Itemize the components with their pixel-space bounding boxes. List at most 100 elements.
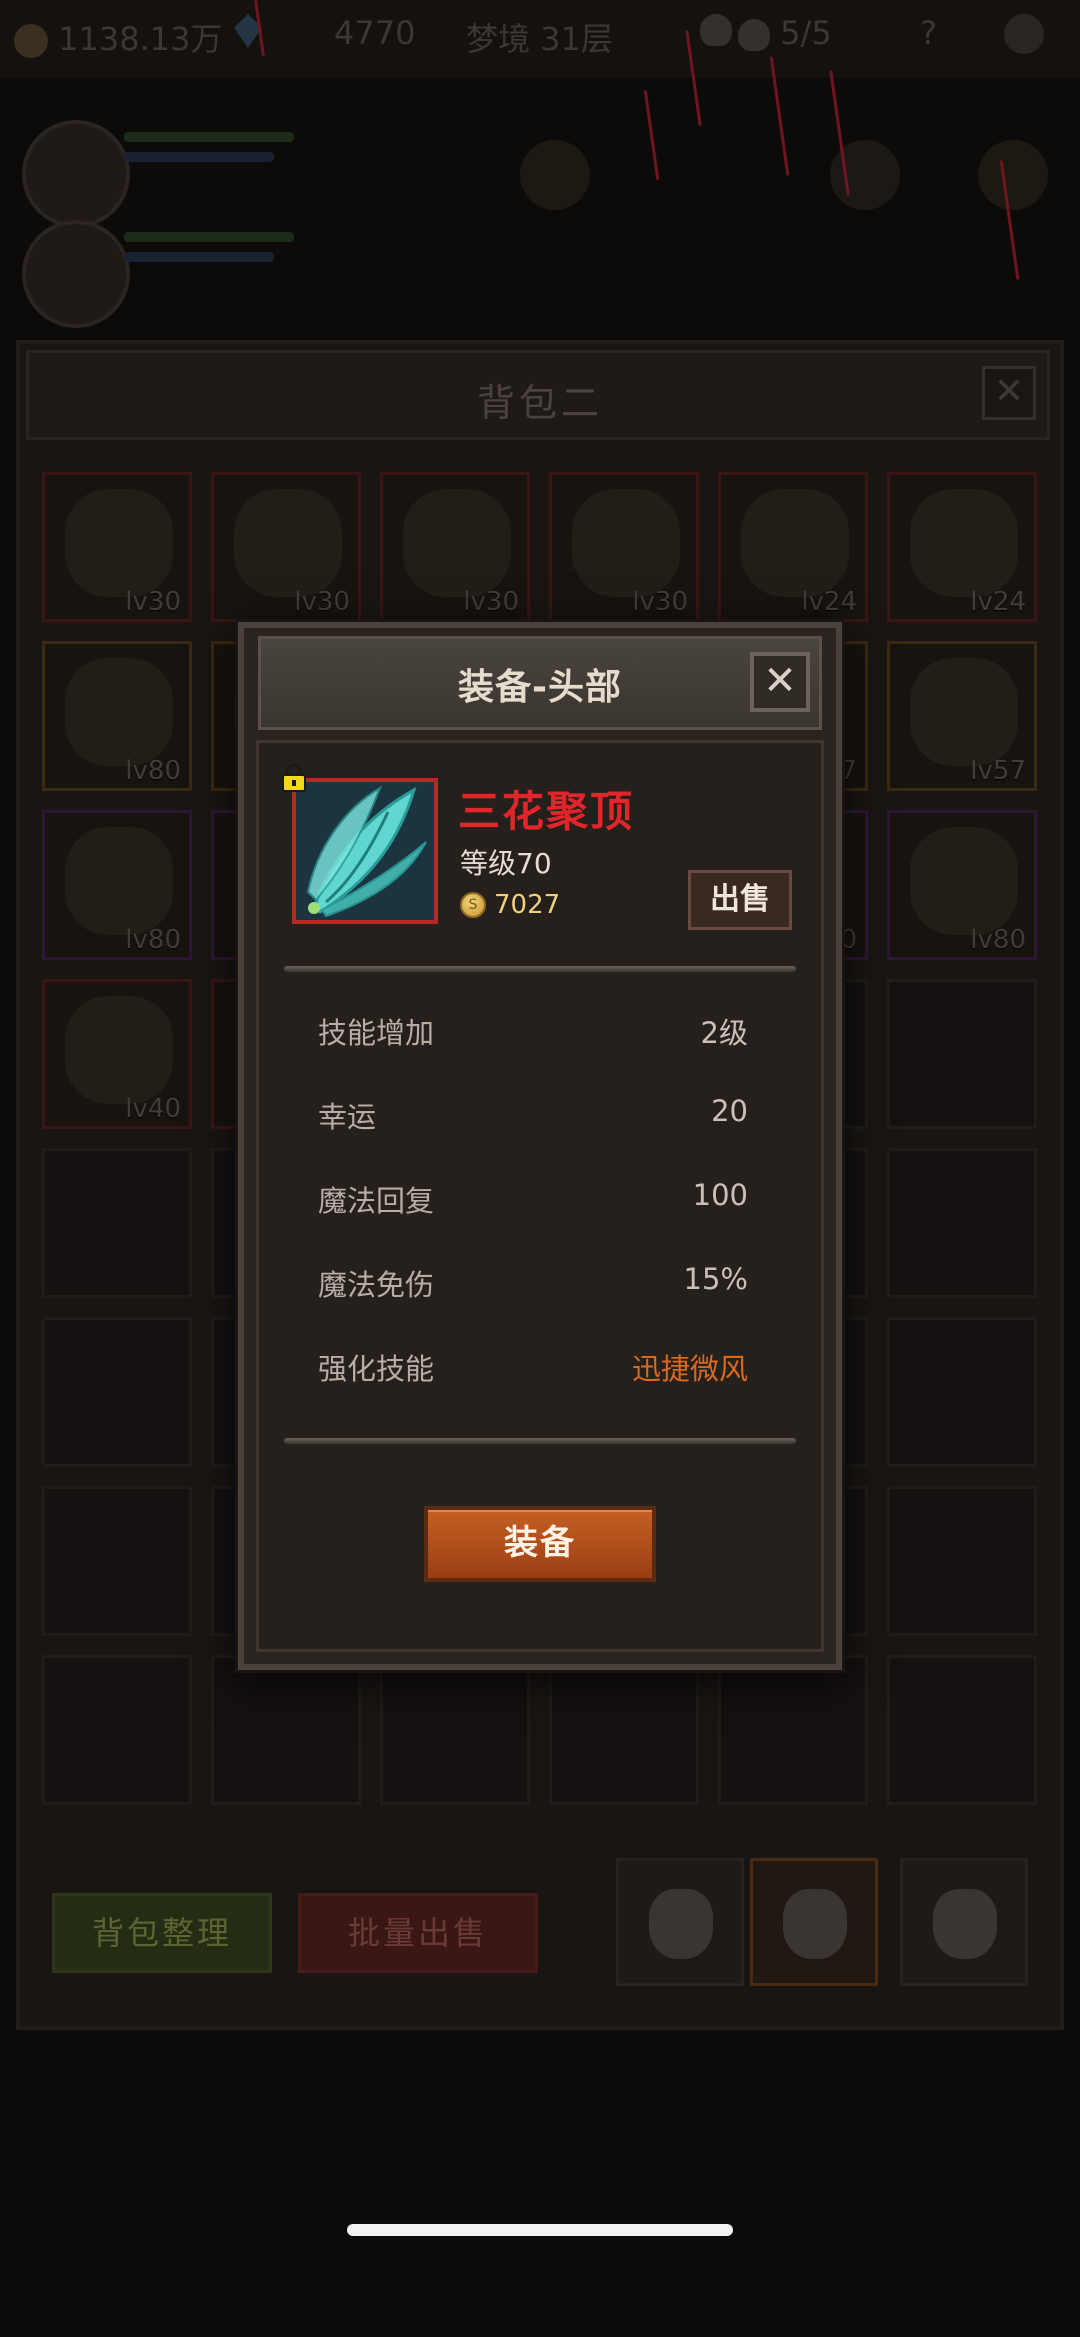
slot-level-label: lv80: [125, 925, 181, 955]
gold-display: 1138.13万: [14, 14, 223, 60]
bag-title: 背包二: [476, 381, 603, 425]
stat-row: 魔法免伤 15%: [318, 1262, 748, 1312]
inventory-slot-empty[interactable]: [718, 1655, 868, 1805]
stat-value: 20: [711, 1094, 748, 1128]
slot-level-label: lv80: [125, 756, 181, 786]
lock-status-icon-wrap: [700, 14, 732, 54]
armor-icon: [910, 658, 1018, 766]
bulk-sell-button[interactable]: 批量出售: [298, 1893, 538, 1973]
inventory-slot-empty[interactable]: [887, 1317, 1037, 1467]
feather-wing-icon: [296, 782, 434, 920]
inventory-slot-empty[interactable]: [380, 1655, 530, 1805]
hero-hp-bar: [124, 132, 294, 142]
pumpkin-icon: [520, 140, 590, 210]
gold-coin-icon: [14, 24, 48, 58]
slot-level-label: lv24: [970, 587, 1026, 617]
ring-icon: [65, 489, 173, 597]
inventory-slot[interactable]: lv40: [42, 979, 192, 1129]
inventory-slot[interactable]: lv80: [42, 641, 192, 791]
skull-display: 5/5: [738, 14, 832, 52]
equip-button[interactable]: 装备: [424, 1506, 656, 1582]
hood-icon: [403, 489, 511, 597]
hero-avatar[interactable]: [22, 120, 130, 228]
dream-level: 梦境 31层: [466, 20, 613, 58]
inventory-slot[interactable]: lv30: [211, 472, 361, 622]
item-level: 等级70: [460, 847, 552, 880]
item-name: 三花聚顶: [458, 787, 635, 836]
inventory-slot[interactable]: lv80: [887, 810, 1037, 960]
stat-label: 魔法回复: [318, 1184, 435, 1218]
coin-icon: S: [460, 892, 486, 918]
modal-close-button[interactable]: ✕: [750, 652, 810, 712]
hero-hud: [0, 100, 1080, 330]
sort-bag-button[interactable]: 背包整理: [52, 1893, 272, 1973]
bag-tab-1[interactable]: [616, 1858, 744, 1986]
hood-icon: [572, 489, 680, 597]
skull-icon: [738, 19, 770, 51]
divider-bottom: [284, 1438, 796, 1444]
amulet-icon: [65, 827, 173, 935]
bag-tab-3[interactable]: [900, 1858, 1028, 1986]
bag-close-button[interactable]: ✕: [982, 366, 1036, 420]
home-indicator[interactable]: [347, 2224, 733, 2236]
inventory-slot-empty[interactable]: [887, 979, 1037, 1129]
top-status-bar: 1138.13万 4770 梦境 31层 5/5 ?: [0, 0, 1080, 78]
gold-amount: 1138.13万: [58, 20, 223, 58]
inventory-slot-empty[interactable]: [549, 1655, 699, 1805]
inventory-slot-empty[interactable]: [42, 1148, 192, 1298]
inventory-slot[interactable]: lv30: [380, 472, 530, 622]
hero-mp-bar: [124, 152, 274, 162]
sack-icon: [783, 1889, 847, 1959]
stat-row: 幸运 20: [318, 1094, 748, 1144]
inventory-slot-empty[interactable]: [42, 1655, 192, 1805]
boots-icon: [910, 489, 1018, 597]
bag-tab-2[interactable]: [750, 1858, 878, 1986]
sell-button[interactable]: 出售: [688, 870, 792, 930]
boots-icon: [234, 489, 342, 597]
cloak-icon: [65, 996, 173, 1104]
inventory-slot-empty[interactable]: [887, 1148, 1037, 1298]
inventory-slot-empty[interactable]: [42, 1486, 192, 1636]
inventory-slot-empty[interactable]: [887, 1655, 1037, 1805]
slot-level-label: lv57: [970, 756, 1026, 786]
stat-value: 100: [692, 1178, 748, 1212]
inventory-slot[interactable]: lv30: [549, 472, 699, 622]
inventory-slot-empty[interactable]: [42, 1317, 192, 1467]
sack-icon: [933, 1889, 997, 1959]
pet-mp-bar: [124, 252, 274, 262]
divider-top: [284, 966, 796, 972]
slot-level-label: lv30: [294, 587, 350, 617]
stat-label: 技能增加: [318, 1016, 435, 1050]
inventory-slot[interactable]: lv57: [887, 641, 1037, 791]
slot-level-label: lv30: [632, 587, 688, 617]
lock-icon: [282, 764, 306, 792]
stat-label: 强化技能: [318, 1352, 435, 1386]
inventory-slot[interactable]: lv80: [42, 810, 192, 960]
stat-row: 强化技能 迅捷微风: [318, 1346, 748, 1396]
inventory-slot[interactable]: lv24: [718, 472, 868, 622]
slot-level-label: 7: [840, 756, 857, 786]
sack-icon: [649, 1889, 713, 1959]
inventory-slot-empty[interactable]: [887, 1486, 1037, 1636]
inventory-slot[interactable]: lv24: [887, 472, 1037, 622]
item-icon-frame[interactable]: [292, 778, 438, 924]
slot-level-label: lv80: [970, 925, 1026, 955]
ring-icon: [65, 658, 173, 766]
stat-label: 幸运: [318, 1100, 377, 1134]
lock-status-icon: [700, 14, 732, 46]
stat-value: 2级: [700, 1016, 748, 1050]
gem-amount: 4770: [334, 14, 416, 52]
inventory-slot-empty[interactable]: [211, 1655, 361, 1805]
settings-gear-icon[interactable]: [1004, 14, 1044, 54]
pet-avatar[interactable]: [22, 220, 130, 328]
slot-level-label: lv24: [801, 587, 857, 617]
slot-level-label: 0: [840, 925, 857, 955]
stat-row: 技能增加 2级: [318, 1010, 748, 1060]
pumpkin-icon-2: [978, 140, 1048, 210]
stat-label: 魔法免伤: [318, 1268, 435, 1302]
help-button[interactable]: ?: [920, 14, 937, 52]
amulet-icon: [741, 489, 849, 597]
stat-row: 魔法回复 100: [318, 1178, 748, 1228]
skull-count: 5/5: [780, 14, 832, 52]
inventory-slot[interactable]: lv30: [42, 472, 192, 622]
